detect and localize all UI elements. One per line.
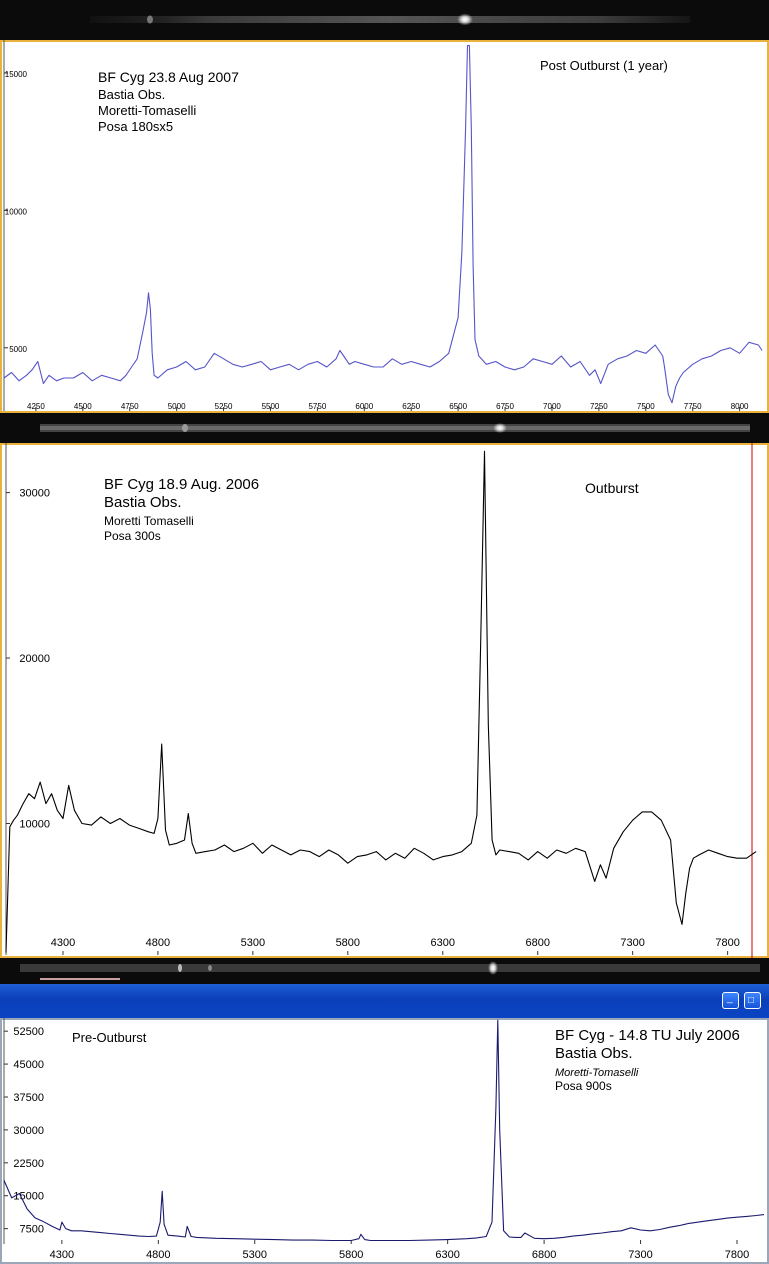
y-tick-label: 10000 xyxy=(19,818,50,830)
y-tick-label: 30000 xyxy=(13,1125,44,1137)
chart-outburst: 10000 20000 30000 4300 4800 5300 5800 6300 6800 7… xyxy=(0,443,769,958)
chart-title: Outburst xyxy=(585,480,639,496)
y-tick-label: 20000 xyxy=(19,653,50,665)
y-tick-label: 5000 xyxy=(9,345,27,354)
annotation-line: Bastia Obs. xyxy=(555,1045,633,1062)
x-tick-label: 4800 xyxy=(146,1249,170,1261)
minimize-button[interactable]: _ xyxy=(722,992,739,1009)
x-tick-label: 5300 xyxy=(243,1249,267,1261)
window-title-bar: _ □ xyxy=(0,984,769,1018)
y-tick-label: 30000 xyxy=(19,488,50,500)
x-tick-label: 6800 xyxy=(525,937,549,949)
spectrum-strip-2007 xyxy=(0,0,769,40)
minimize-icon: _ xyxy=(727,993,733,1004)
y-tick-label: 10000 xyxy=(5,207,28,216)
x-tick-label: 7500 xyxy=(637,402,655,411)
x-tick-label: 4300 xyxy=(51,937,75,949)
y-tick-label: 52500 xyxy=(13,1026,44,1038)
x-tick-label: 5800 xyxy=(339,1249,363,1261)
x-tick-label: 5750 xyxy=(308,402,326,411)
y-tick-label: 45000 xyxy=(13,1059,44,1071)
x-tick-label: 7300 xyxy=(628,1249,652,1261)
annotation-line: Moretti-Tomaselli xyxy=(555,1067,639,1079)
y-tick-label: 15000 xyxy=(5,70,28,79)
annotation-line: BF Cyg 18.9 Aug. 2006 xyxy=(104,476,259,493)
spectrum-strip-2006-outburst xyxy=(0,413,769,443)
x-tick-label: 4800 xyxy=(146,937,170,949)
chart-title: Post Outburst (1 year) xyxy=(540,58,668,73)
x-tick-label: 4500 xyxy=(74,402,92,411)
annotation-line: Posa 300s xyxy=(104,529,161,543)
x-tick-label: 7300 xyxy=(620,937,644,949)
x-tick-label: 5300 xyxy=(241,937,265,949)
spectrum-strip-pre-image xyxy=(0,958,769,984)
maximize-icon: □ xyxy=(748,995,755,1006)
annotation-line: Moretti Tomaselli xyxy=(104,514,194,528)
x-tick-label: 5000 xyxy=(168,402,186,411)
chart-post-outburst: 5000 10000 15000 4250 4500 4750 5000 5250 5500 57… xyxy=(0,40,769,413)
x-tick-label: 4750 xyxy=(121,402,139,411)
x-tick-label: 6500 xyxy=(449,402,467,411)
annotation-line: Moretti-Tomaselli xyxy=(98,103,196,118)
x-tick-label: 6300 xyxy=(431,937,455,949)
spectrum-strip-2006-pre xyxy=(0,958,769,984)
chart-frame xyxy=(0,1018,769,1264)
x-tick-label: 5250 xyxy=(215,402,233,411)
spectrum-line xyxy=(3,1019,765,1242)
x-tick-label: 5800 xyxy=(336,937,360,949)
y-tick-label: 15000 xyxy=(13,1191,44,1203)
annotation-line: Posa 900s xyxy=(555,1079,612,1093)
x-tick-label: 6000 xyxy=(355,402,373,411)
x-tick-label: 8000 xyxy=(731,402,749,411)
x-tick-label: 7000 xyxy=(543,402,561,411)
x-tick-label: 6750 xyxy=(496,402,514,411)
x-tick-label: 7800 xyxy=(715,937,739,949)
annotation-line: BF Cyg 23.8 Aug 2007 xyxy=(98,69,239,85)
x-tick-label: 7750 xyxy=(684,402,702,411)
maximize-button[interactable]: □ xyxy=(744,992,761,1009)
x-tick-label: 5500 xyxy=(262,402,280,411)
x-tick-label: 6800 xyxy=(532,1249,556,1261)
chart-title: Pre-Outburst xyxy=(72,1030,147,1045)
x-tick-label: 4300 xyxy=(50,1249,74,1261)
y-tick-label: 37500 xyxy=(13,1092,44,1104)
annotation-line: BF Cyg - 14.8 TU July 2006 xyxy=(555,1027,740,1044)
x-tick-label: 6300 xyxy=(435,1249,459,1261)
spectrum-strip-2007-image xyxy=(0,0,769,40)
x-tick-label: 7250 xyxy=(590,402,608,411)
spectrum-strip-outburst-image xyxy=(0,413,769,443)
annotation-line: Bastia Obs. xyxy=(104,494,182,511)
chart-pre-outburst: 7500 15000 22500 30000 37500 45000 52500 4300 48… xyxy=(0,1018,769,1264)
x-tick-label: 6250 xyxy=(402,402,420,411)
y-tick-label: 7500 xyxy=(20,1224,44,1236)
annotation-line: Bastia Obs. xyxy=(98,87,165,102)
annotation-line: Posa 180sx5 xyxy=(98,119,173,134)
y-tick-label: 22500 xyxy=(13,1158,44,1170)
x-tick-label: 4250 xyxy=(27,402,45,411)
x-tick-label: 7800 xyxy=(725,1249,749,1261)
